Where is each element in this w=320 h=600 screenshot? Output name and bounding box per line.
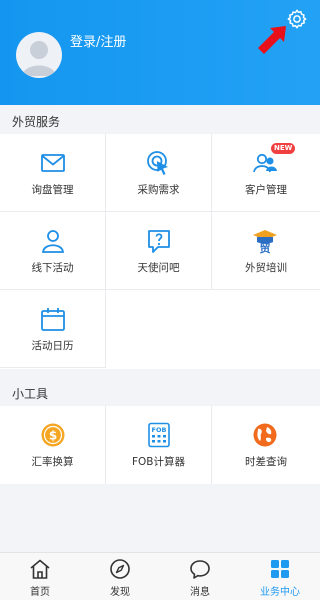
service-label: 线下活动 xyxy=(31,262,74,274)
person-icon xyxy=(41,230,65,253)
tab-label: 业务中心 xyxy=(260,587,300,598)
tab-discover[interactable]: 发现 xyxy=(80,553,160,600)
section-title-foreign-trade: 外贸服务 xyxy=(12,115,61,129)
tool-exchange-rate[interactable]: $ 汇率换算 xyxy=(0,406,106,484)
service-label: 采购需求 xyxy=(137,184,180,196)
dollar-coin-icon: $ xyxy=(41,423,65,447)
tool-label: 汇率换算 xyxy=(31,456,74,468)
service-label: 天使问吧 xyxy=(137,262,180,274)
tab-business-center[interactable]: 业务中心 xyxy=(240,553,320,600)
service-label: 询盘管理 xyxy=(31,184,74,196)
fob-calculator-icon: FOB xyxy=(148,422,170,448)
avatar[interactable] xyxy=(16,32,62,78)
graduation-cap-icon: 贸 xyxy=(253,230,277,254)
calendar-icon xyxy=(41,308,65,331)
tab-home[interactable]: 首页 xyxy=(0,553,80,600)
new-badge: NEW xyxy=(271,143,296,154)
tool-fob-calculator[interactable]: FOB FOB计算器 xyxy=(106,406,212,484)
login-register-link[interactable]: 登录/注册 xyxy=(70,31,126,50)
profile-header: 登录/注册 xyxy=(0,0,320,105)
question-bubble-icon xyxy=(148,230,170,253)
tab-label: 发现 xyxy=(110,587,130,598)
service-label: 外贸培训 xyxy=(245,262,287,274)
service-customer-management[interactable]: NEW 客户管理 xyxy=(212,134,320,212)
target-click-icon xyxy=(147,151,168,175)
tool-time-difference[interactable]: 时差查询 xyxy=(212,406,320,484)
service-label: 活动日历 xyxy=(31,340,74,352)
service-trade-training[interactable]: 贸 外贸培训 xyxy=(212,212,320,290)
grid-icon xyxy=(271,560,289,578)
globe-icon xyxy=(253,423,277,447)
service-angel-qa[interactable]: 天使问吧 xyxy=(106,212,212,290)
section-title-tools: 小工具 xyxy=(12,387,49,401)
svg-text:贸: 贸 xyxy=(260,241,271,254)
service-purchase-demand[interactable]: 采购需求 xyxy=(106,134,212,212)
bottom-tab-bar: 首页 发现 消息 业务中心 xyxy=(0,552,320,600)
tab-messages[interactable]: 消息 xyxy=(160,553,240,600)
home-icon xyxy=(30,559,50,579)
service-offline-events[interactable]: 线下活动 xyxy=(0,212,106,290)
tab-label: 消息 xyxy=(190,587,210,598)
service-inquiry-management[interactable]: 询盘管理 xyxy=(0,134,106,212)
tool-label: FOB计算器 xyxy=(131,456,185,468)
tool-label: 时差查询 xyxy=(245,456,287,468)
tab-label: 首页 xyxy=(30,587,50,598)
mail-icon xyxy=(41,154,65,172)
foreign-trade-grid: 询盘管理 采购需求 NEW 客户管理 线下活动 天使问吧 贸 外贸培训 活动日历 xyxy=(0,134,320,369)
red-pointer-arrow xyxy=(258,26,286,54)
chat-icon xyxy=(190,560,210,579)
service-label: 客户管理 xyxy=(245,184,287,196)
tools-grid: $ 汇率换算 FOB FOB计算器 时差查询 xyxy=(0,406,320,484)
customers-icon xyxy=(253,153,277,173)
svg-text:$: $ xyxy=(49,429,57,443)
user-placeholder-icon xyxy=(22,41,56,76)
compass-icon xyxy=(110,559,130,579)
svg-text:FOB: FOB xyxy=(152,426,167,434)
service-event-calendar[interactable]: 活动日历 xyxy=(0,290,106,368)
